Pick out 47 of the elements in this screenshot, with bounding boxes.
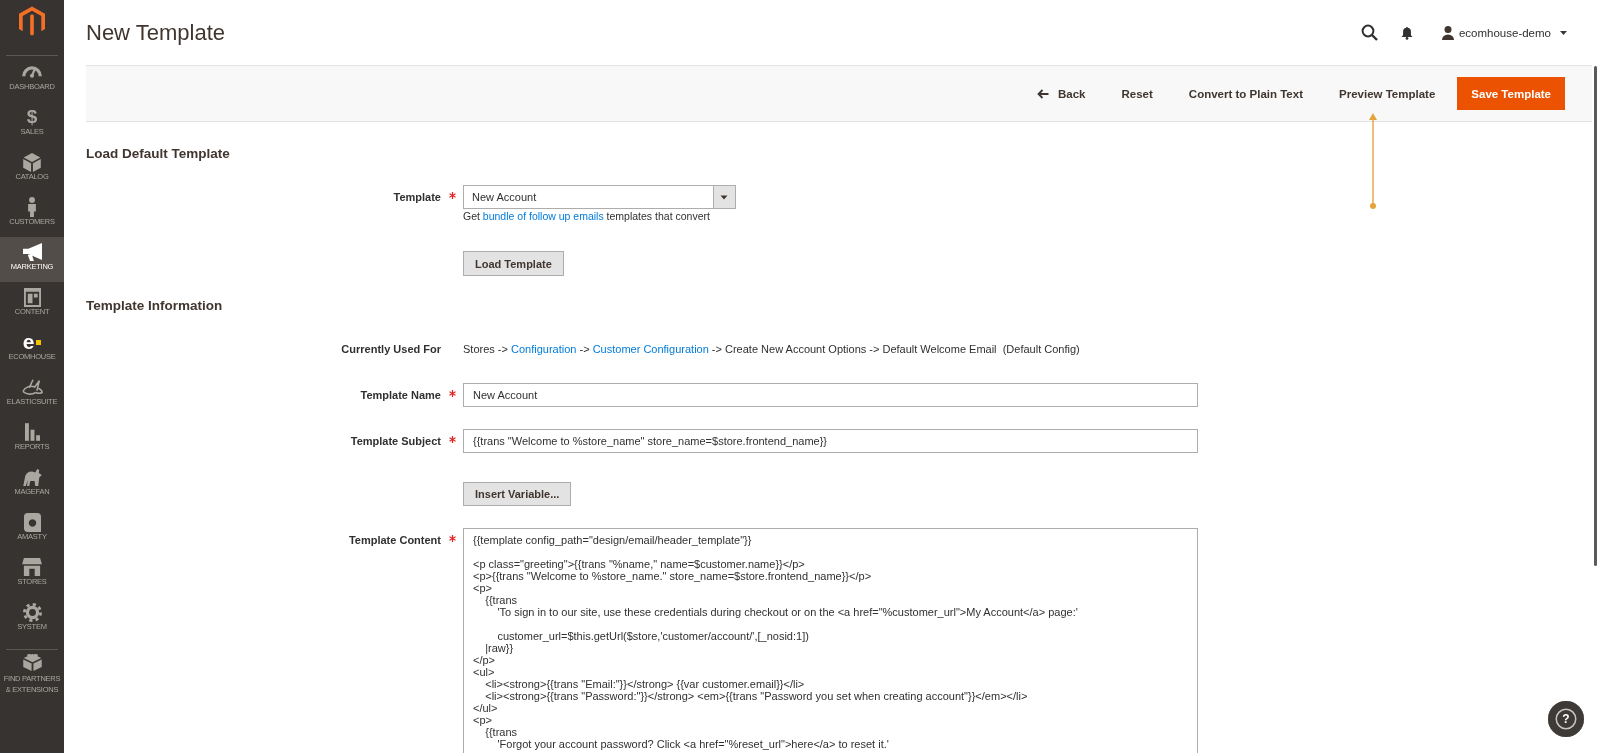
search-icon[interactable] (1360, 24, 1378, 41)
caret-icon (1560, 30, 1567, 35)
help-button[interactable]: ? (1548, 701, 1584, 737)
user-menu[interactable]: ecomhouse-demo (1441, 25, 1567, 40)
text-input[interactable]: New Account (463, 383, 1198, 407)
save-button[interactable]: Save Template (1457, 77, 1565, 110)
text-input[interactable]: {{trans "Welcome to %store_name" store_name=$store.frontend_name}} (463, 429, 1198, 453)
dropdown-caret-icon (713, 186, 735, 208)
brick-icon (22, 654, 42, 671)
field-label: Template Name (359, 388, 441, 403)
bar-chart-icon (24, 423, 40, 441)
back-arrow-icon (1037, 88, 1049, 99)
scrollbar-thumb[interactable] (1594, 66, 1597, 566)
field-label: Template (392, 190, 441, 205)
template-select[interactable]: New Account (463, 185, 736, 209)
rabbit-icon (21, 379, 43, 395)
animal-icon (22, 468, 42, 486)
back-button[interactable]: Back (1019, 78, 1104, 109)
insert-variable-button[interactable]: Insert Variable... (463, 482, 572, 506)
toolbar-button[interactable]: Reset (1103, 78, 1171, 109)
layout-icon (23, 287, 41, 307)
section-heading: Load Default Template (86, 145, 231, 163)
field-label: Template Subject (349, 434, 441, 449)
text-link[interactable]: Configuration (511, 343, 577, 355)
text-link[interactable]: Customer Configuration (592, 343, 709, 355)
field-label: Template Content (347, 533, 441, 548)
text-link[interactable]: bundle of follow up emails (482, 210, 604, 222)
dashboard-gauge-icon (22, 66, 42, 78)
load-template-button[interactable]: Load Template (463, 251, 564, 276)
field-hint: Get bundle of follow up emails templates that convert (463, 209, 710, 223)
storefront-icon (22, 558, 42, 576)
logo-icon[interactable] (19, 6, 45, 36)
box-icon (23, 152, 41, 172)
toolbar-button[interactable]: Convert to Plain Text (1170, 78, 1321, 109)
bell-icon[interactable] (1400, 25, 1413, 40)
megaphone-icon (22, 243, 42, 261)
page-title: New Template (86, 18, 225, 47)
person-icon (28, 197, 36, 217)
user-icon (1441, 25, 1454, 40)
toolbar-button[interactable]: Preview Template (1321, 78, 1454, 109)
ring-tile-icon (23, 512, 41, 532)
field-label: Currently Used For (340, 342, 441, 357)
section-heading: Template Information (86, 297, 224, 315)
dollar-sign-icon: $ (26, 108, 38, 126)
template-content-field[interactable]: {{template config_path="design/email/header_template"}} <p class="greeting">{{trans "%name," name=$customer.name}}</p> <p>{{trans "Welcome to %store_name." store_name=$store.frontend_name}}</p> <p> {{trans 'To sign in to our site, use these credentials during checkout or on the <a href="%customer_url">My Account</a> page:' customer_url=$this.getUrl($store,'customer/account/',[_nosid:1]) |raw}} </p> <ul> <li><strong>{{trans "Email:"}}</strong> {{var customer.email}}</li> <li><strong>{{trans "Password:"}}</strong> <em>{{trans "Password you set when creating account"}}</em></li> </ul> <p> {{trans 'Forgot your account password? Click <a href="%reset_url">here</a> to reset it.' (463, 528, 1198, 753)
gear-icon (22, 602, 42, 622)
used-for-path: Stores -> Configuration -> Customer Configuration -> Create New Account Options -> Default Welcome Email (Default Config) (463, 342, 1081, 357)
